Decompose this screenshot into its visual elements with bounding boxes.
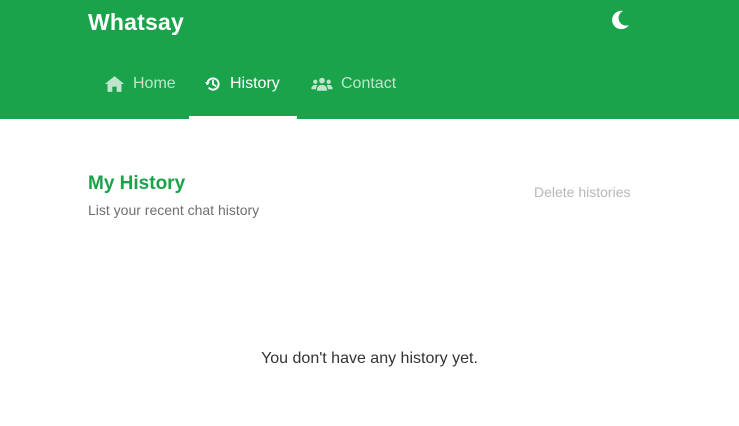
moon-icon (609, 9, 631, 36)
page-title: My History (88, 173, 186, 194)
tab-contact[interactable]: Contact (297, 58, 411, 110)
theme-toggle-button[interactable] (607, 9, 633, 35)
tab-home[interactable]: Home (90, 58, 189, 110)
nav-tabs: Home History Contact (90, 58, 411, 119)
tab-home-label: Home (133, 75, 176, 92)
page-subtitle: List your recent chat history (88, 202, 260, 218)
tab-contact-label: Contact (341, 75, 397, 92)
delete-histories-button[interactable]: Delete histories (534, 183, 631, 201)
empty-history-message: You don't have any history yet. (261, 350, 478, 367)
app-brand[interactable]: Whatsay (88, 8, 184, 36)
users-icon (311, 76, 333, 93)
tab-history[interactable]: History (189, 58, 297, 119)
home-icon (104, 75, 125, 93)
app-header: Whatsay Home History Contact (0, 0, 739, 119)
tab-history-label: History (230, 75, 280, 92)
history-icon (204, 75, 222, 93)
